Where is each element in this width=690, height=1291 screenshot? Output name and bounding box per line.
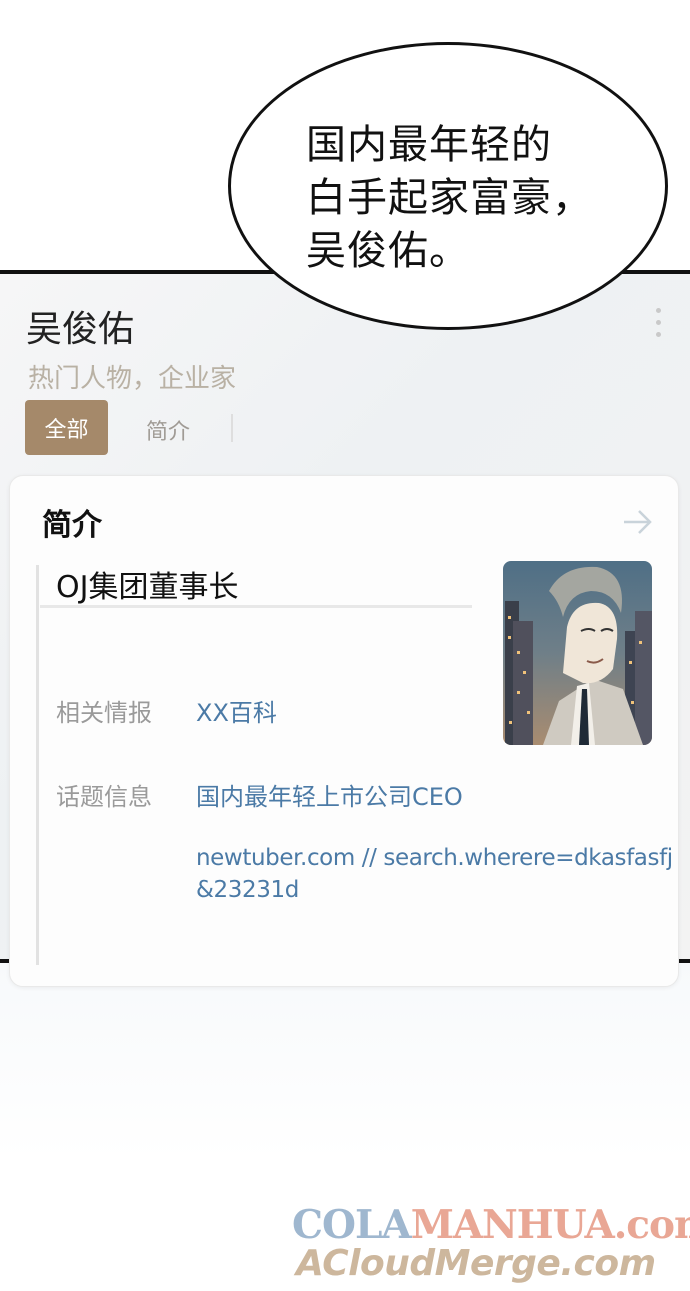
watermark-cola: COLA xyxy=(292,1202,412,1248)
profile-photo[interactable] xyxy=(503,561,652,745)
watermark-colamanhua: COLAMANHUA.com xyxy=(292,1202,690,1248)
profile-subtitle: 热门人物，企业家 xyxy=(28,364,237,394)
topic-info-label: 话题信息 xyxy=(56,783,152,811)
speech-line-3: 吴俊佑。 xyxy=(306,228,470,274)
speech-line-2: 白手起家富豪， xyxy=(306,175,593,221)
topic-info-link[interactable]: 国内最年轻上市公司CEO xyxy=(196,777,463,812)
arrow-right-icon[interactable] xyxy=(622,508,654,536)
source-url-line2[interactable]: &23231d xyxy=(196,877,299,903)
card-vertical-rule xyxy=(36,565,39,965)
tab-divider xyxy=(231,414,233,442)
watermark-acloudmerge: ACloudMerge.com xyxy=(296,1243,656,1284)
intro-card-title: 简介 xyxy=(42,508,102,543)
tab-intro[interactable]: 简介 xyxy=(146,414,190,446)
more-options-icon[interactable] xyxy=(652,308,664,344)
related-info-link[interactable]: XX百科 xyxy=(196,693,277,728)
watermark-manhua: MANHUA.com xyxy=(410,1202,690,1248)
profile-name: 吴俊佑 xyxy=(26,309,135,350)
related-info-label: 相关情报 xyxy=(56,699,152,727)
source-url-line1[interactable]: newtuber.com // search.wherere=dkasfasfj xyxy=(196,845,673,871)
speech-line-1: 国内最年轻的 xyxy=(306,122,552,168)
role-title: OJ集团董事长 xyxy=(56,570,239,605)
tab-all[interactable]: 全部 xyxy=(25,400,108,455)
